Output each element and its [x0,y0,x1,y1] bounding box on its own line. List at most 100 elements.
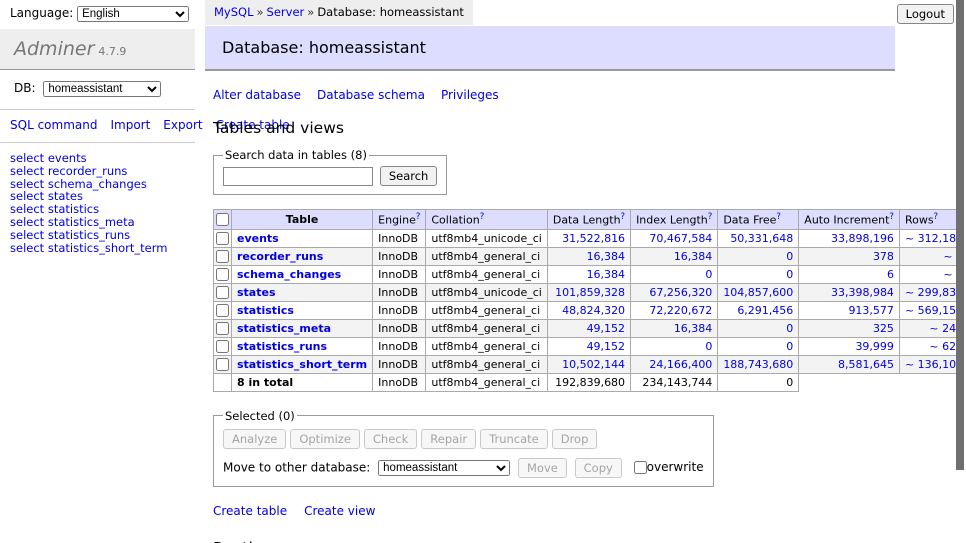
analyze-button[interactable]: Analyze [223,429,286,449]
repair-button[interactable]: Repair [421,429,476,449]
help-link[interactable]: ? [708,212,713,222]
value-link[interactable]: 49,152 [553,340,625,353]
link-privileges[interactable]: Privileges [441,88,499,102]
value-link[interactable]: 48,824,320 [553,304,625,317]
value-link[interactable]: 33,898,196 [804,232,894,245]
value-link[interactable]: 67,256,320 [636,286,712,299]
table-link-recorder_runs[interactable]: recorder_runs [237,250,323,263]
sidebar-select-recorder_runs[interactable]: select recorder_runs [10,165,195,178]
check-button[interactable]: Check [364,429,417,449]
scrollbar-thumb[interactable] [956,0,964,470]
value-link[interactable]: 913,577 [804,304,894,317]
table-link-schema_changes[interactable]: schema_changes [237,268,341,281]
row-checkbox[interactable] [216,322,229,335]
value-link[interactable]: 6,291,456 [723,304,793,317]
value-link[interactable]: ~ 628 [905,340,963,353]
value-link[interactable]: 10,502,144 [553,358,625,371]
sidebar-action-export[interactable]: Export [163,118,202,132]
value-link[interactable]: 0 [723,268,793,281]
value-link[interactable]: 104,857,600 [723,286,793,299]
value-link[interactable]: 39,999 [804,340,894,353]
value-link[interactable]: 0 [723,322,793,335]
optimize-button[interactable]: Optimize [290,429,360,449]
drop-button[interactable]: Drop [552,429,598,449]
table-row: eventsInnoDButf8mb4_unicode_ci31,522,816… [214,229,966,247]
table-link-events[interactable]: events [237,232,279,245]
sidebar-select-statistics_runs[interactable]: select statistics_runs [10,229,195,242]
row-checkbox[interactable] [216,268,229,281]
truncate-button[interactable]: Truncate [480,429,548,449]
link-create-table[interactable]: Create table [213,504,287,518]
value-link[interactable]: ~ 569,159 [905,304,963,317]
value-link[interactable]: ~ 3 [905,268,963,281]
sidebar-action-import[interactable]: Import [110,118,150,132]
help-link[interactable]: ? [480,212,485,222]
value-link[interactable]: 24,166,400 [636,358,712,371]
value-link[interactable]: 0 [723,250,793,263]
value-link[interactable]: 72,220,672 [636,304,712,317]
value-link[interactable]: 0 [636,268,712,281]
value-link[interactable]: 0 [636,340,712,353]
value-link[interactable]: 8,581,645 [804,358,894,371]
sidebar-select-statistics_meta[interactable]: select statistics_meta [10,216,195,229]
sidebar-select-statistics_short_term[interactable]: select statistics_short_term [10,242,195,255]
logout-button[interactable]: Logout [897,4,954,24]
value-link[interactable]: 50,331,648 [723,232,793,245]
table-link-statistics[interactable]: statistics [237,304,294,317]
overwrite-checkbox[interactable] [634,461,647,474]
table-link-statistics_short_term[interactable]: statistics_short_term [237,358,367,371]
link-create-view[interactable]: Create view [304,504,375,518]
value-link[interactable]: 16,384 [553,268,625,281]
value-link[interactable]: ~ 244 [905,322,963,335]
value-link[interactable]: 325 [804,322,894,335]
move-button[interactable]: Move [518,458,567,478]
value-link[interactable]: 188,743,680 [723,358,793,371]
total-row: 8 in totalInnoDButf8mb4_general_ci192,83… [214,373,966,391]
sidebar-select-events[interactable]: select events [10,152,195,165]
link-database-schema[interactable]: Database schema [317,88,425,102]
search-input[interactable] [223,167,373,186]
vertical-scrollbar[interactable] [956,0,966,543]
table-link-states[interactable]: states [237,286,276,299]
help-link[interactable]: ? [416,212,421,222]
search-button[interactable]: Search [380,166,438,186]
help-link[interactable]: ? [776,212,781,222]
value-link[interactable]: 101,859,328 [553,286,625,299]
value-link[interactable]: 0 [723,340,793,353]
table-link-statistics_runs[interactable]: statistics_runs [237,340,327,353]
selected-buttons: AnalyzeOptimizeCheckRepairTruncateDrop [223,429,704,449]
row-checkbox[interactable] [216,340,229,353]
language-select[interactable]: English [77,6,189,22]
value-link[interactable]: 16,384 [636,250,712,263]
breadcrumb-server[interactable]: Server [267,5,305,19]
value-link[interactable]: 33,398,984 [804,286,894,299]
value-link[interactable]: 378 [804,250,894,263]
sidebar-action-sql-command[interactable]: SQL command [10,118,97,132]
table-link-statistics_meta[interactable]: statistics_meta [237,322,331,335]
value-link[interactable]: 6 [804,268,894,281]
value-link[interactable]: ~ 299,833 [905,286,963,299]
row-checkbox[interactable] [216,232,229,245]
row-checkbox[interactable] [216,286,229,299]
value-link[interactable]: 70,467,584 [636,232,712,245]
help-link[interactable]: ? [889,212,894,222]
row-checkbox[interactable] [216,250,229,263]
row-checkbox[interactable] [216,304,229,317]
value-link[interactable]: 49,152 [553,322,625,335]
help-link[interactable]: ? [934,212,939,222]
db-select[interactable]: homeassistant [43,81,161,97]
copy-button[interactable]: Copy [575,458,622,478]
value-link[interactable]: ~ 136,108 [905,358,963,371]
value-link[interactable]: ~ 5 [905,250,963,263]
row-checkbox[interactable] [216,358,229,371]
value-link[interactable]: 16,384 [553,250,625,263]
select-all-checkbox[interactable] [216,213,229,226]
move-db-select[interactable]: homeassistant [378,460,510,476]
value-link[interactable]: 16,384 [636,322,712,335]
help-link[interactable]: ? [621,212,626,222]
db-label: DB: [14,81,36,95]
value-link[interactable]: ~ 312,180 [905,232,963,245]
value-link[interactable]: 31,522,816 [553,232,625,245]
breadcrumb-mysql[interactable]: MySQL [214,5,254,19]
link-alter-database[interactable]: Alter database [213,88,301,102]
